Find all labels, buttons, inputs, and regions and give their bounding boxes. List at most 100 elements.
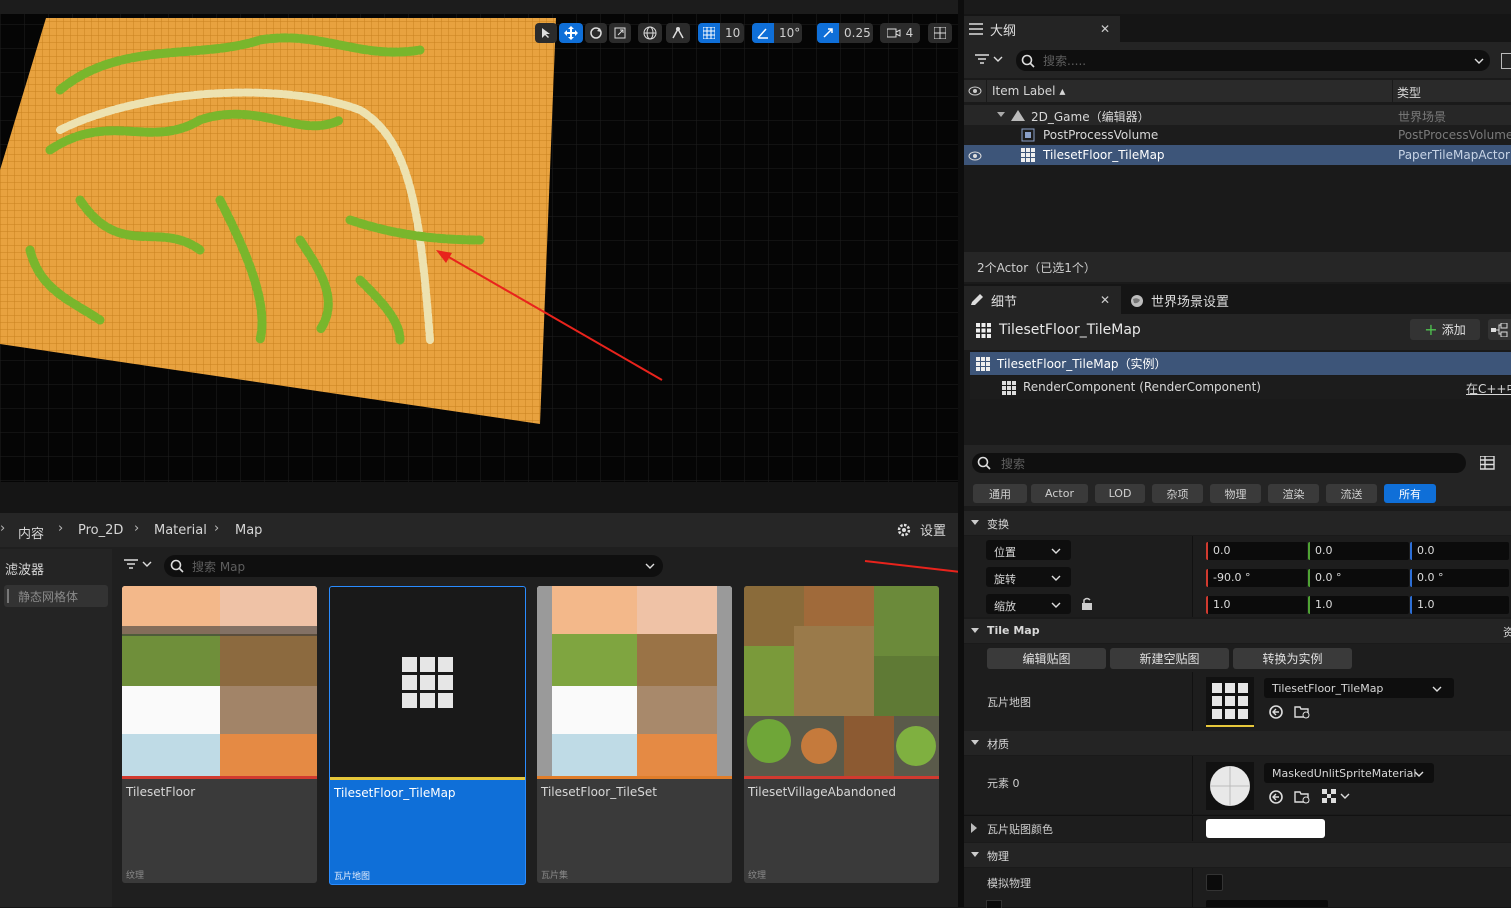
section-tilemap[interactable]: Tile Map 资 <box>964 619 1511 643</box>
filter-tab-general[interactable]: 通用 <box>973 484 1027 503</box>
filter-icon <box>124 559 138 569</box>
asset-card-tilesetfloor-tilemap[interactable]: TilesetFloor_TileMap 瓦片地图 <box>329 586 526 885</box>
tilemap-icon <box>976 357 990 371</box>
filter-tab-misc[interactable]: 杂项 <box>1152 484 1203 503</box>
outliner-filter-button[interactable] <box>975 53 1003 65</box>
rotate-snap-button[interactable]: 10° <box>752 23 802 43</box>
scale-mode-button[interactable] <box>609 23 631 43</box>
column-item-label[interactable]: Item Label ▴ <box>992 84 1065 98</box>
breadcrumb-map[interactable]: Map <box>235 523 262 538</box>
close-icon[interactable]: ✕ <box>1100 293 1110 307</box>
column-divider <box>1192 536 1193 617</box>
section-title: 变换 <box>987 518 1009 531</box>
rotation-z-field[interactable]: 0.0 ° <box>1410 569 1509 587</box>
material-options-button[interactable] <box>1322 789 1350 803</box>
use-selected-icon[interactable] <box>1268 789 1284 805</box>
tab-world-settings[interactable]: 世界场景设置 <box>1130 291 1229 310</box>
close-icon[interactable]: ✕ <box>1100 22 1110 36</box>
filter-tab-rendering[interactable]: 渲染 <box>1268 484 1319 503</box>
asset-card-tilesetfloor[interactable]: TilesetFloor 纹理 <box>122 586 317 883</box>
content-search-input[interactable]: 搜索 Map <box>164 555 663 577</box>
browse-folder-icon[interactable] <box>1294 789 1312 805</box>
filter-tab-lod[interactable]: LOD <box>1095 484 1145 503</box>
scale-dropdown[interactable]: 缩放 <box>986 594 1071 614</box>
select-mode-button[interactable] <box>535 23 557 43</box>
rotation-dropdown[interactable]: 旋转 <box>986 567 1071 587</box>
tab-details[interactable]: 细节 ✕ <box>964 286 1121 314</box>
breadcrumb-content[interactable]: 内容 <box>18 523 44 542</box>
scale-x-field[interactable]: 1.0 <box>1206 596 1307 614</box>
material-thumbnail[interactable] <box>1206 762 1254 810</box>
outliner-options-icon[interactable] <box>1501 53 1511 69</box>
globe-icon <box>643 26 657 40</box>
surface-snap-button[interactable] <box>666 23 690 43</box>
viewport-layout-button[interactable] <box>928 23 952 43</box>
scale-snap-value: 0.25 <box>844 26 871 40</box>
blueprint-button[interactable] <box>1488 319 1511 340</box>
component-label: TilesetFloor_TileMap（实例） <box>997 357 1167 371</box>
grid-snap-button[interactable]: 10 <box>698 23 744 43</box>
scale-z-field[interactable]: 1.0 <box>1410 596 1509 614</box>
content-settings-button[interactable]: 设置 <box>896 520 946 539</box>
tilemap-asset-thumbnail[interactable] <box>1206 677 1254 727</box>
rotation-x-field[interactable]: -90.0 ° <box>1206 569 1307 587</box>
scale-y-field[interactable]: 1.0 <box>1308 596 1409 614</box>
asset-card-tilesetfloor-tileset[interactable]: TilesetFloor_TileSet 瓦片集 <box>537 586 732 883</box>
breadcrumb-material[interactable]: Material <box>154 523 207 538</box>
section-materials[interactable]: 材质 <box>964 731 1511 755</box>
asset-card-tilesetvillageabandoned[interactable]: TilesetVillageAbandoned 纹理 <box>744 586 939 883</box>
outliner-search-input[interactable]: 搜索..... <box>1016 50 1490 71</box>
partial-field[interactable] <box>1206 900 1328 907</box>
breadcrumb-pro2d[interactable]: Pro_2D <box>78 523 123 538</box>
location-x-field[interactable]: 0.0 <box>1206 542 1307 560</box>
translate-mode-button[interactable] <box>559 23 583 43</box>
location-y-field[interactable]: 0.0 <box>1308 542 1409 560</box>
level-viewport[interactable] <box>0 0 958 482</box>
rotation-y-field[interactable]: 0.0 ° <box>1308 569 1409 587</box>
details-search-input[interactable]: 搜索 <box>972 453 1466 473</box>
table-view-icon[interactable] <box>1480 456 1496 470</box>
filter-dropdown-button[interactable] <box>124 558 152 570</box>
use-selected-icon[interactable] <box>1268 704 1284 720</box>
material-asset-picker[interactable]: MaskedUnlitSpriteMaterial <box>1264 763 1434 783</box>
simulate-physics-checkbox[interactable] <box>1206 874 1223 891</box>
lock-icon[interactable] <box>1080 597 1094 611</box>
browse-folder-icon[interactable] <box>1294 704 1312 720</box>
filter-tab-streaming[interactable]: 流送 <box>1326 484 1377 503</box>
location-z-field[interactable]: 0.0 <box>1410 542 1509 560</box>
tilemap-asset-picker[interactable]: TilesetFloor_TileMap <box>1264 678 1454 698</box>
section-transform[interactable]: 变换 <box>964 511 1511 535</box>
tile-color-label: 瓦片贴图颜色 <box>987 823 1053 836</box>
filter-tab-physics[interactable]: 物理 <box>1210 484 1261 503</box>
rotate-icon <box>590 27 602 39</box>
filter-static-mesh[interactable]: 静态网格体 <box>4 585 108 607</box>
chevron-down-icon[interactable] <box>996 111 1006 119</box>
camera-speed-button[interactable]: 4 <box>880 23 920 43</box>
add-component-button[interactable]: + 添加 <box>1410 319 1480 340</box>
tab-outliner[interactable]: 大纲 ✕ <box>964 16 1120 42</box>
plus-icon: + <box>1424 320 1438 339</box>
filter-tab-all[interactable]: 所有 <box>1384 484 1436 503</box>
eye-icon[interactable] <box>968 151 982 161</box>
location-dropdown[interactable]: 位置 <box>986 540 1071 560</box>
section-physics[interactable]: 物理 <box>964 843 1511 867</box>
filter-tab-actor[interactable]: Actor <box>1031 484 1088 503</box>
rotate-mode-button[interactable] <box>585 23 607 43</box>
filter-icon <box>975 54 989 64</box>
chevron-right-icon[interactable] <box>970 823 978 833</box>
promote-to-instance-button[interactable]: 转换为实例 <box>1233 648 1352 669</box>
tilemap-asset-value: TilesetFloor_TileMap <box>1272 682 1384 695</box>
rotate-snap-value: 10° <box>779 26 801 40</box>
eye-icon[interactable] <box>968 86 982 96</box>
edit-map-button[interactable]: 编辑贴图 <box>987 648 1106 669</box>
chevron-down-icon <box>971 520 979 525</box>
tilemap-icon <box>1002 381 1016 395</box>
column-divider <box>1392 80 1393 102</box>
new-empty-map-button[interactable]: 新建空贴图 <box>1110 648 1229 669</box>
tile-color-swatch[interactable] <box>1206 819 1325 838</box>
asset-type: 瓦片集 <box>541 871 569 881</box>
scale-snap-button[interactable]: 0.25 <box>817 23 873 43</box>
column-type[interactable]: 类型 <box>1397 84 1421 101</box>
cpp-link[interactable]: 在C++中 <box>1466 380 1511 397</box>
world-local-toggle[interactable] <box>638 23 662 43</box>
